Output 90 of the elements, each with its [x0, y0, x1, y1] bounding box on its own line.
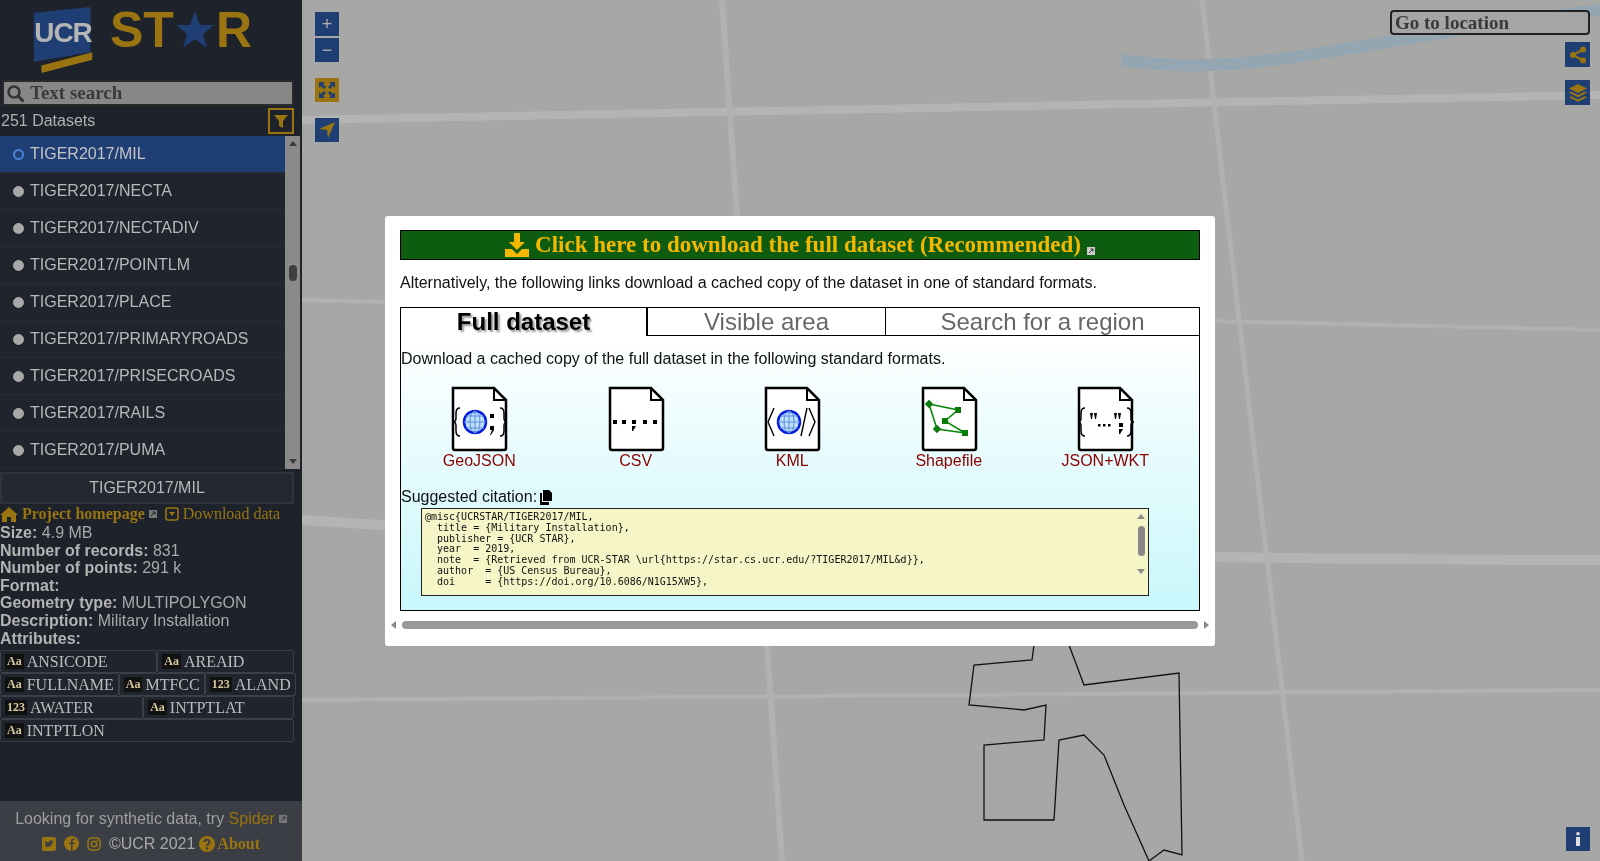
- detail-text: Number of points: 291 k: [0, 559, 183, 577]
- logo-wordmark: R: [215, 1, 252, 59]
- search-icon: [7, 85, 25, 103]
- dataset-count: 251 Datasets: [0, 112, 96, 130]
- json-file-icon: [1076, 386, 1135, 452]
- layers-button[interactable]: [1565, 80, 1590, 105]
- type-label: Aa: [5, 677, 24, 693]
- layers-icon: [1567, 82, 1588, 103]
- type-label: Aa: [123, 677, 143, 693]
- zoom-out-button[interactable]: −: [315, 38, 339, 62]
- info-button[interactable]: [1566, 827, 1590, 851]
- home-icon: [0, 506, 18, 522]
- shapefile-file-icon: [919, 386, 978, 452]
- round-logo-icon[interactable]: [63, 836, 79, 851]
- download-data-link[interactable]: Download data: [164, 505, 281, 523]
- radio-icon: [13, 185, 24, 197]
- filter-button[interactable]: [268, 108, 294, 134]
- attribute-name: INTPTLAT: [169, 698, 245, 717]
- scrollbar[interactable]: [391, 620, 1209, 630]
- zoom-in-button[interactable]: +: [315, 12, 339, 36]
- copyright-text: ©UCR 2021: [108, 834, 196, 853]
- radio-icon: [13, 296, 24, 308]
- locate-button[interactable]: [315, 118, 339, 142]
- detail-text: Attributes:: [0, 629, 82, 648]
- panel-text: Download a cached copy of the full dataset in the following standard formats.: [401, 350, 947, 368]
- logo-wordmark: ST: [110, 1, 174, 59]
- geojson-file-icon: [450, 386, 509, 452]
- dataset-title: TIGER2017/MIL: [0, 472, 294, 504]
- radio-icon: [13, 444, 24, 456]
- navigation-arrow-icon: [318, 121, 336, 139]
- external-link-icon: [278, 814, 287, 823]
- attribute-name: ALAND: [234, 675, 291, 694]
- kml-file-icon: [763, 386, 822, 452]
- radio-icon: [13, 370, 24, 382]
- help-icon: [199, 835, 216, 852]
- bird-icon[interactable]: [41, 836, 56, 851]
- detail-text: Description: Military Installation: [0, 611, 231, 630]
- attribute-name: INTPTLON: [26, 721, 105, 740]
- logo-text: UCR: [33, 17, 93, 49]
- external-link-icon: [148, 510, 157, 518]
- tab[interactable]: Search for a region: [885, 308, 1199, 336]
- share-icon: [1568, 45, 1587, 64]
- csv-file-icon: [606, 386, 665, 452]
- format-download-link[interactable]: JSON+WKT: [1027, 386, 1184, 470]
- type-label: 123: [209, 677, 232, 693]
- citation-field[interactable]: @misc{UCRSTAR/TIGER2017/MIL, title = {Military Installation}, publisher = {UCR STAR}, year = 2019, note = {Retrieved from UCR-STAR \url{https://star.cs.ucr.edu/?TIGER2017/MIL&d}}, author = {US Census Bureau}, doi = {https://doi.org/10.6086/N1G15XW5},: [421, 508, 1149, 596]
- format-download-link[interactable]: Shapefile: [870, 386, 1027, 470]
- type-label: 123: [5, 700, 27, 716]
- scrollbar[interactable]: [285, 136, 300, 469]
- footer-text: Looking for synthetic data, try Spider: [15, 809, 275, 828]
- expand-icon: [318, 81, 336, 99]
- format-download-link[interactable]: GeoJSON: [401, 386, 558, 470]
- radio-icon: [13, 333, 24, 345]
- camera-icon[interactable]: [86, 836, 101, 851]
- dataset-item[interactable]: TIGER2017/MIL: [0, 136, 285, 173]
- format-download-link[interactable]: CSV: [557, 386, 714, 470]
- format-download-link[interactable]: KML: [714, 386, 871, 470]
- attribute-name: AWATER: [30, 698, 94, 717]
- radio-icon: [13, 259, 24, 271]
- copy-icon[interactable]: [539, 489, 554, 505]
- project-homepage-link[interactable]: Project homepage: [0, 505, 145, 523]
- radio-icon: [13, 407, 24, 419]
- type-label: Aa: [162, 654, 181, 670]
- radio-icon: [13, 148, 24, 160]
- detail-text: Size: 4.9 MB: [0, 524, 94, 542]
- intro-text: Alternatively, the following links download a cached copy of the dataset in one of standard formats.: [400, 274, 1098, 292]
- attribute-name: AREAID: [183, 652, 245, 671]
- type-label: Aa: [148, 700, 167, 716]
- detail-text: Geometry type: MULTIPOLYGON: [0, 594, 248, 612]
- location-field[interactable]: Go to location: [1390, 10, 1590, 35]
- attribute-name: ANSICODE: [26, 652, 108, 671]
- info-icon: [1575, 832, 1581, 846]
- fullscreen-button[interactable]: [315, 78, 339, 102]
- attribute-name: FULLNAME: [26, 675, 114, 694]
- citation-label: Suggested citation:: [401, 488, 538, 506]
- attribute-name: MTFCC: [145, 675, 200, 694]
- type-label: Aa: [5, 723, 24, 739]
- radio-icon: [13, 222, 24, 234]
- download-banner-link[interactable]: Click here to download the full dataset (Recommended): [400, 230, 1200, 260]
- detail-text: Format:: [0, 576, 61, 595]
- filter-icon: [273, 113, 289, 129]
- tab[interactable]: Visible area: [646, 308, 885, 336]
- download-icon: [164, 507, 179, 521]
- detail-text: Number of records: 831: [0, 541, 181, 560]
- external-link-icon: [1086, 247, 1095, 255]
- download-icon: [505, 233, 530, 257]
- search-field[interactable]: Text search: [2, 80, 294, 106]
- type-label: Aa: [5, 654, 24, 670]
- share-button[interactable]: [1565, 42, 1590, 67]
- star-icon: [174, 10, 215, 50]
